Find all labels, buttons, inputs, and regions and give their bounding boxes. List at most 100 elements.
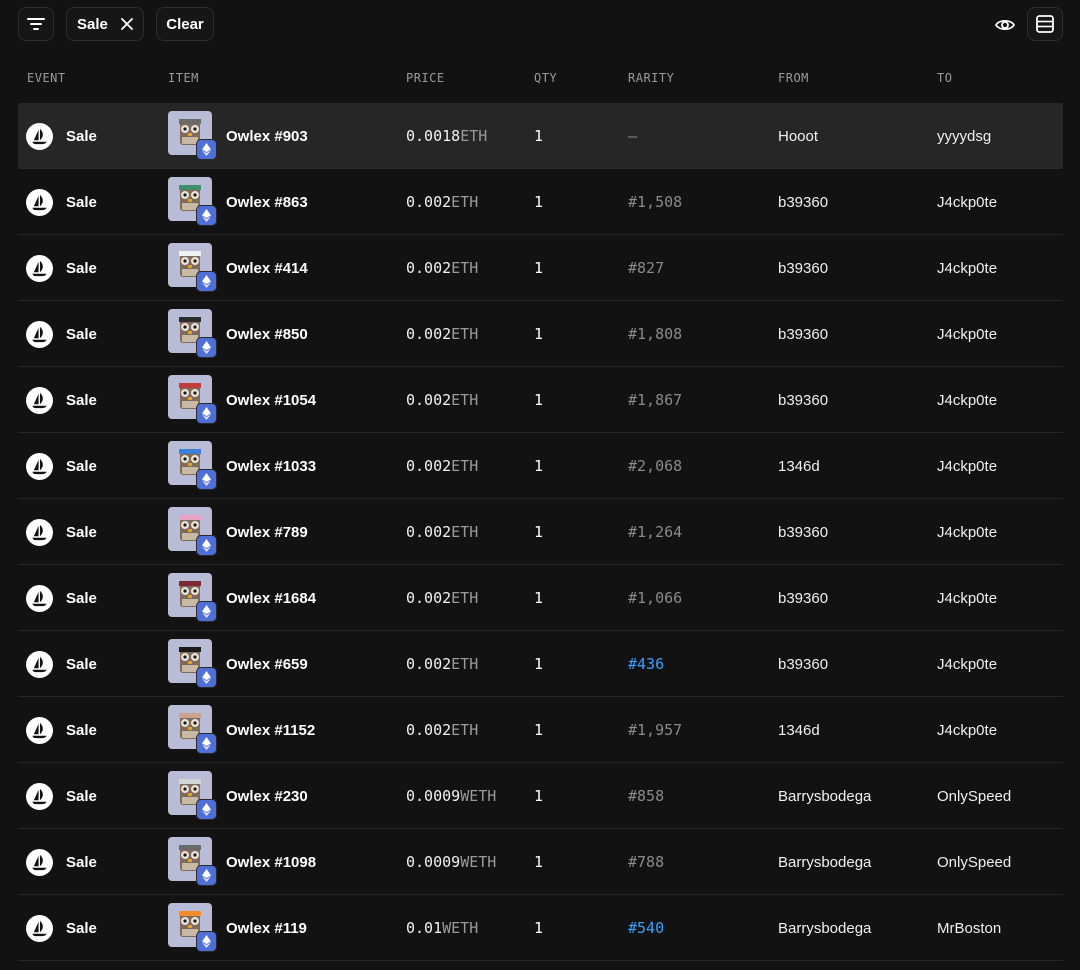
column-header-event: EVENT <box>27 71 66 85</box>
item-name-link[interactable]: Owlex #863 <box>226 169 308 235</box>
to-address-link[interactable]: J4ckp0te <box>937 697 997 763</box>
from-address-link[interactable]: Barrysbodega <box>778 895 871 961</box>
nft-thumbnail[interactable] <box>168 837 217 886</box>
from-address-link[interactable]: Hooot <box>778 103 818 169</box>
opensea-sale-icon <box>26 387 53 414</box>
from-address-link[interactable]: 1346d <box>778 433 820 499</box>
event-label: Sale <box>66 523 97 541</box>
nft-thumbnail[interactable] <box>168 441 217 490</box>
to-address-link[interactable]: OnlySpeed <box>937 829 1011 895</box>
to-address-link[interactable]: OnlySpeed <box>937 763 1011 829</box>
item-name-link[interactable]: Owlex #850 <box>226 301 308 367</box>
column-header-rarity: RARITY <box>628 71 675 85</box>
rarity-rank[interactable]: #436 <box>628 631 664 697</box>
to-address-link[interactable]: J4ckp0te <box>937 301 997 367</box>
table-row[interactable]: Sale Owlex #1684 0.002 ETH 1 #1,066 b393… <box>18 565 1063 631</box>
eye-icon[interactable] <box>994 14 1016 36</box>
quantity-value: 1 <box>534 721 544 739</box>
price-amount: 0.002 <box>406 325 452 343</box>
rarity-rank[interactable]: #540 <box>628 895 664 961</box>
nft-thumbnail[interactable] <box>168 771 217 820</box>
item-name-link[interactable]: Owlex #1152 <box>226 697 315 763</box>
price-currency: ETH <box>451 523 479 541</box>
to-address-link[interactable]: yyyydsg <box>937 103 991 169</box>
nft-thumbnail[interactable] <box>168 705 217 754</box>
table-row[interactable]: Sale Owlex #789 0.002 ETH 1 #1,264 b3936… <box>18 499 1063 565</box>
from-address-link[interactable]: b39360 <box>778 367 828 433</box>
ethereum-icon <box>196 865 217 886</box>
table-row[interactable]: Sale Owlex #119 0.01 WETH 1 #540 Barrysb… <box>18 895 1063 961</box>
from-address-link[interactable]: b39360 <box>778 301 828 367</box>
to-address-link[interactable]: J4ckp0te <box>937 631 997 697</box>
from-address-link[interactable]: Barrysbodega <box>778 829 871 895</box>
quantity-value: 1 <box>534 655 544 673</box>
item-name-link[interactable]: Owlex #903 <box>226 103 308 169</box>
from-address-link[interactable]: b39360 <box>778 499 828 565</box>
table-row[interactable]: Sale Owlex #659 0.002 ETH 1 #436 b39360 … <box>18 631 1063 697</box>
to-address-link[interactable]: J4ckp0te <box>937 565 997 631</box>
event-label: Sale <box>66 325 97 343</box>
to-address-link[interactable]: J4ckp0te <box>937 499 997 565</box>
nft-thumbnail[interactable] <box>168 177 217 226</box>
price-amount: 0.002 <box>406 589 452 607</box>
price-currency: ETH <box>451 325 479 343</box>
filter-button[interactable] <box>18 7 54 41</box>
opensea-sale-icon <box>26 189 53 216</box>
item-name-link[interactable]: Owlex #414 <box>226 235 308 301</box>
table-row[interactable]: Sale Owlex #903 0.0018 ETH 1 – Hooot yyy… <box>18 103 1063 169</box>
item-name-link[interactable]: Owlex #1098 <box>226 829 316 895</box>
column-header-item: ITEM <box>168 71 199 85</box>
item-name-link[interactable]: Owlex #1684 <box>226 565 316 631</box>
table-row[interactable]: Sale Owlex #863 0.002 ETH 1 #1,508 b3936… <box>18 169 1063 235</box>
from-address-link[interactable]: b39360 <box>778 631 828 697</box>
sale-filter-chip[interactable]: Sale <box>66 7 144 41</box>
price-value: 0.002 ETH <box>406 433 478 499</box>
nft-thumbnail[interactable] <box>168 375 217 424</box>
to-address-link[interactable]: J4ckp0te <box>937 433 997 499</box>
quantity-value: 1 <box>534 193 544 211</box>
to-address-link[interactable]: MrBoston <box>937 895 1001 961</box>
from-address-link[interactable]: 1346d <box>778 697 820 763</box>
nft-thumbnail[interactable] <box>168 903 217 952</box>
item-name-link[interactable]: Owlex #789 <box>226 499 308 565</box>
from-address-link[interactable]: b39360 <box>778 565 828 631</box>
item-name-link[interactable]: Owlex #230 <box>226 763 308 829</box>
item-name-link[interactable]: Owlex #119 <box>226 895 307 961</box>
event-label: Sale <box>66 391 97 409</box>
item-name-link[interactable]: Owlex #1033 <box>226 433 316 499</box>
from-address-link[interactable]: b39360 <box>778 169 828 235</box>
table-row[interactable]: Sale Owlex #1054 0.002 ETH 1 #1,867 b393… <box>18 367 1063 433</box>
nft-thumbnail[interactable] <box>168 111 217 160</box>
event-label: Sale <box>66 721 97 739</box>
table-layout-button[interactable] <box>1027 7 1063 41</box>
to-address-link[interactable]: J4ckp0te <box>937 367 997 433</box>
nft-thumbnail[interactable] <box>168 243 217 292</box>
from-address-link[interactable]: Barrysbodega <box>778 763 871 829</box>
nft-thumbnail[interactable] <box>168 639 217 688</box>
table-row[interactable]: Sale Owlex #850 0.002 ETH 1 #1,808 b3936… <box>18 301 1063 367</box>
price-value: 0.01 WETH <box>406 895 478 961</box>
rarity-rank: #1,808 <box>628 325 683 343</box>
price-value: 0.002 ETH <box>406 499 478 565</box>
clear-filters-button[interactable]: Clear <box>156 7 214 41</box>
table-row[interactable]: Sale Owlex #230 0.0009 WETH 1 #858 Barry… <box>18 763 1063 829</box>
table-row[interactable]: Sale Owlex #1033 0.002 ETH 1 #2,068 1346… <box>18 433 1063 499</box>
rarity-rank: #1,066 <box>628 589 683 607</box>
to-address-link[interactable]: J4ckp0te <box>937 169 997 235</box>
table-row[interactable]: Sale Owlex #414 0.002 ETH 1 #827 b39360 … <box>18 235 1063 301</box>
event-label: Sale <box>66 853 97 871</box>
ethereum-icon <box>196 469 217 490</box>
filter-lines-icon <box>27 18 45 30</box>
from-address-link[interactable]: b39360 <box>778 235 828 301</box>
table-row[interactable]: Sale Owlex #1098 0.0009 WETH 1 #788 Barr… <box>18 829 1063 895</box>
nft-thumbnail[interactable] <box>168 309 217 358</box>
nft-thumbnail[interactable] <box>168 573 217 622</box>
item-name-link[interactable]: Owlex #659 <box>226 631 308 697</box>
price-value: 0.002 ETH <box>406 565 478 631</box>
nft-thumbnail[interactable] <box>168 507 217 556</box>
table-row[interactable]: Sale Owlex #1152 0.002 ETH 1 #1,957 1346… <box>18 697 1063 763</box>
price-amount: 0.002 <box>406 391 452 409</box>
item-name-link[interactable]: Owlex #1054 <box>226 367 316 433</box>
to-address-link[interactable]: J4ckp0te <box>937 235 997 301</box>
close-icon[interactable] <box>121 18 133 30</box>
